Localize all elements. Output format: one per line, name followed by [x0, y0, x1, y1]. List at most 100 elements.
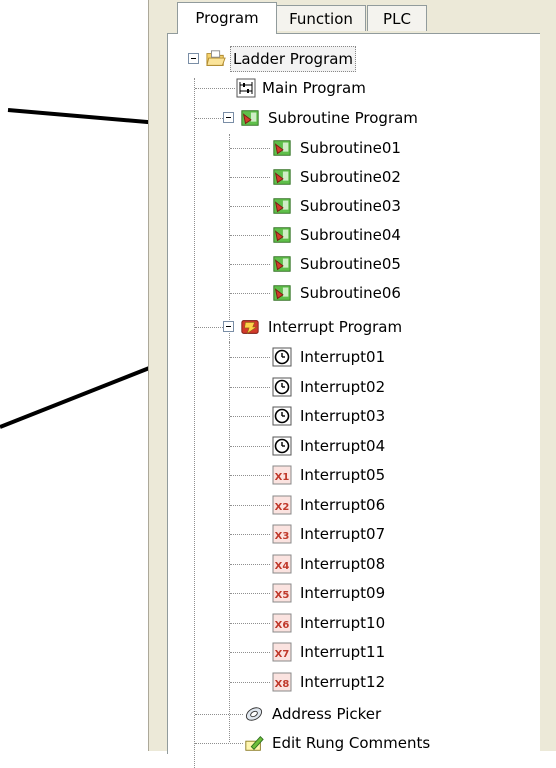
- tree-line-root: [194, 78, 195, 768]
- tree-node-subroutine05[interactable]: Subroutine05: [272, 250, 403, 278]
- tree-node-subroutine01[interactable]: Subroutine01: [272, 134, 403, 162]
- svg-text:X5: X5: [275, 590, 290, 601]
- svg-text:X1: X1: [275, 472, 290, 483]
- collapse-toggle-interrupt[interactable]: [223, 321, 234, 332]
- tab-program[interactable]: Program: [177, 2, 277, 34]
- tree-node-ladder-program[interactable]: Ladder Program: [206, 45, 357, 73]
- tree-node-interrupt-10[interactable]: X6 Interrupt10: [272, 609, 387, 637]
- tree-label: Interrupt03: [300, 407, 386, 425]
- tree-connector: [230, 505, 270, 506]
- tree-node-interrupt-08[interactable]: X4 Interrupt08: [272, 550, 387, 578]
- tree-node-interrupt-07[interactable]: X3 Interrupt07: [272, 520, 387, 548]
- subroutine-icon: [273, 256, 291, 272]
- svg-text:X3: X3: [275, 531, 290, 542]
- tree-label: Subroutine03: [300, 197, 401, 215]
- tree-node-subroutine03[interactable]: Subroutine03: [272, 192, 403, 220]
- tree-node-interrupt-12[interactable]: X8 Interrupt12: [272, 668, 387, 696]
- tree-label: Subroutine01: [300, 139, 401, 157]
- tree-connector: [230, 206, 270, 207]
- address-picker-icon: [245, 707, 263, 721]
- x-input-icon: X2: [272, 495, 292, 515]
- x-input-icon: X6: [272, 613, 292, 633]
- tree-connector: [230, 357, 270, 358]
- x-input-icon: X1: [272, 465, 292, 485]
- tree-line-subroutine: [229, 134, 230, 344]
- interrupt-icon: [241, 320, 259, 335]
- tree-connector: [230, 387, 270, 388]
- tree-label-interrupt-group: Interrupt Program: [268, 318, 403, 336]
- project-panel: Program Function PLC Ladder Program Main…: [148, 0, 556, 768]
- clock-icon: [272, 347, 292, 367]
- tree-connector: [195, 88, 235, 89]
- tree-label-edit-rung: Edit Rung Comments: [272, 734, 431, 752]
- tree-connector: [230, 235, 270, 236]
- tree-connector: [230, 416, 270, 417]
- tree-connector: [230, 682, 270, 683]
- tree-node-interrupt-11[interactable]: X7 Interrupt11: [272, 638, 387, 666]
- tree-node-subroutine04[interactable]: Subroutine04: [272, 221, 403, 249]
- tree-label: Interrupt02: [300, 378, 386, 396]
- svg-text:X4: X4: [275, 561, 290, 572]
- tree-node-main-program[interactable]: Main Program: [236, 74, 368, 102]
- subroutine-icon: [273, 227, 291, 243]
- tree-connector: [195, 118, 223, 119]
- subroutine-icon: [273, 198, 291, 214]
- tree-node-subroutine-program[interactable]: Subroutine Program: [240, 104, 420, 132]
- tree-node-subroutine06[interactable]: Subroutine06: [272, 279, 403, 307]
- x-input-icon: X4: [272, 554, 292, 574]
- tree-label: Interrupt07: [300, 525, 386, 543]
- tree-node-subroutine02[interactable]: Subroutine02: [272, 163, 403, 191]
- tree-node-interrupt-05[interactable]: X1 Interrupt05: [272, 461, 387, 489]
- tree-node-interrupt-04[interactable]: Interrupt04: [272, 432, 387, 460]
- subroutine-icon: [241, 110, 259, 126]
- tree-node-interrupt-program[interactable]: Interrupt Program: [240, 313, 404, 341]
- svg-text:X8: X8: [275, 679, 290, 690]
- tree-node-interrupt-06[interactable]: X2 Interrupt06: [272, 491, 387, 519]
- tree-connector: [195, 327, 223, 328]
- tree-connector: [230, 623, 270, 624]
- tree-connector: [230, 593, 270, 594]
- tree-connector: [230, 652, 270, 653]
- screenshot-root: Program Function PLC Ladder Program Main…: [0, 0, 556, 768]
- tree-label-root: Ladder Program: [230, 46, 357, 72]
- tree-connector: [230, 177, 270, 178]
- clock-icon: [272, 377, 292, 397]
- tree-connector: [230, 475, 270, 476]
- tree-connector: [195, 743, 243, 744]
- tree-label: Subroutine05: [300, 255, 401, 273]
- svg-text:X7: X7: [275, 649, 290, 660]
- tab-bar: Program Function PLC: [149, 0, 556, 36]
- tree-label: Interrupt05: [300, 466, 386, 484]
- tree-connector: [230, 293, 270, 294]
- tree-label: Interrupt08: [300, 555, 386, 573]
- tree-node-address-picker[interactable]: Address Picker: [244, 700, 383, 728]
- x-input-icon: X7: [272, 642, 292, 662]
- tree-label-main: Main Program: [262, 79, 366, 97]
- tab-function[interactable]: Function: [276, 5, 366, 31]
- subroutine-icon: [273, 285, 291, 301]
- tree-node-interrupt-02[interactable]: Interrupt02: [272, 373, 387, 401]
- collapse-toggle-root[interactable]: [188, 53, 199, 64]
- tree-node-interrupt-03[interactable]: Interrupt03: [272, 402, 387, 430]
- tree-label: Interrupt10: [300, 614, 386, 632]
- tree-connector: [230, 264, 270, 265]
- tree-node-interrupt-09[interactable]: X5 Interrupt09: [272, 579, 387, 607]
- tree-connector: [230, 446, 270, 447]
- x-input-icon: X8: [272, 672, 292, 692]
- tree-node-edit-rung-comments[interactable]: Edit Rung Comments: [244, 729, 432, 757]
- tree-connector: [230, 148, 270, 149]
- tree-label: Subroutine04: [300, 226, 401, 244]
- tree-label: Interrupt01: [300, 348, 386, 366]
- svg-text:X2: X2: [275, 502, 290, 513]
- tree-label: Interrupt06: [300, 496, 386, 514]
- tree-label-address-picker: Address Picker: [272, 705, 382, 723]
- collapse-toggle-subroutine[interactable]: [223, 112, 234, 123]
- main-program-icon: [236, 78, 256, 98]
- tree-label: Interrupt04: [300, 437, 386, 455]
- subroutine-icon: [273, 140, 291, 156]
- edit-comment-icon: [245, 735, 264, 751]
- tree-node-interrupt-01[interactable]: Interrupt01: [272, 343, 387, 371]
- tab-plc[interactable]: PLC: [367, 5, 427, 31]
- tree-connector: [230, 564, 270, 565]
- tree-label: Subroutine06: [300, 284, 401, 302]
